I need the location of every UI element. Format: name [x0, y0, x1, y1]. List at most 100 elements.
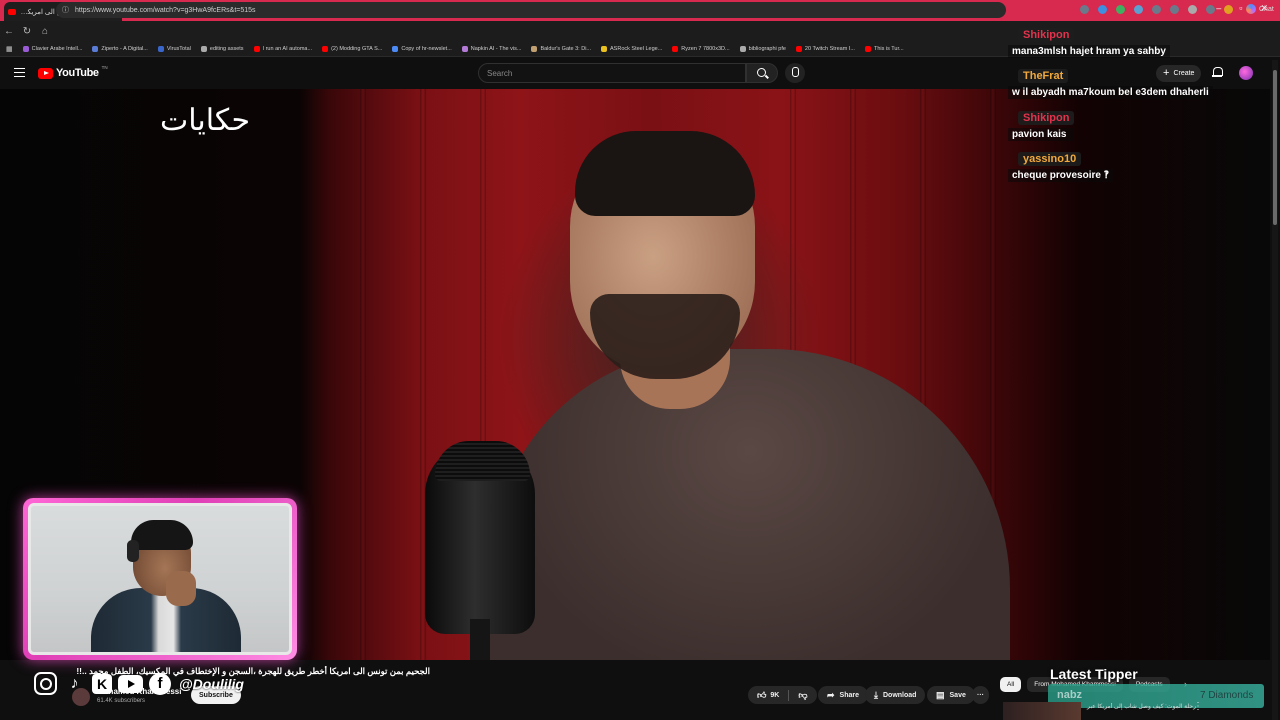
- more-icon: ···: [977, 691, 984, 699]
- subscriber-count: 61.4K subscribers: [97, 698, 146, 704]
- bookmark-item[interactable]: ASRock Steel Lege...: [601, 45, 663, 52]
- chat-username: Shikipon: [1018, 28, 1075, 42]
- bookmark-item[interactable]: Napkin AI - The vis...: [461, 45, 522, 52]
- bookmark-favicon-icon: [157, 45, 164, 52]
- bookmark-label: Napkin AI - The vis...: [470, 45, 522, 52]
- bookmark-label: (2) Modding GTA S...: [331, 45, 383, 52]
- bookmark-item[interactable]: Baldur's Gate 3: Di...: [531, 45, 592, 52]
- kick-icon: K: [92, 673, 112, 694]
- download-button[interactable]: ⤓ Download: [865, 686, 926, 704]
- search-placeholder: Search: [487, 68, 513, 78]
- instagram-icon: [34, 672, 57, 695]
- home-icon[interactable]: ⌂: [36, 26, 54, 37]
- download-icon: ⤓: [874, 689, 878, 700]
- maximize-button[interactable]: ▫: [1239, 3, 1242, 14]
- extension-icon[interactable]: [1206, 5, 1215, 14]
- more-actions-button[interactable]: ···: [972, 686, 989, 704]
- search-input[interactable]: Search: [478, 63, 746, 83]
- extension-icon[interactable]: [1098, 5, 1107, 14]
- bookmark-star-icon[interactable]: [1188, 5, 1197, 14]
- chat-username: Shikipon: [1018, 111, 1075, 125]
- youtube-wordmark: YouTube: [56, 67, 99, 79]
- curtain-fold: [360, 89, 366, 660]
- save-button[interactable]: ▤ Save: [927, 686, 975, 704]
- extension-icon[interactable]: [1134, 5, 1143, 14]
- page-scrollbar-thumb[interactable]: [1273, 70, 1277, 225]
- webcam-feed: [28, 503, 292, 655]
- bookmark-item[interactable]: Copy of hr-newslet...: [392, 45, 452, 52]
- bookmark-label: Copy of hr-newslet...: [401, 45, 452, 52]
- social-handle: @Doulilig: [179, 675, 244, 692]
- chip-all[interactable]: All: [1000, 677, 1022, 692]
- extension-icon[interactable]: [1116, 5, 1125, 14]
- like-button[interactable]: 👍︎ 9K: [748, 686, 788, 704]
- site-info-icon[interactable]: ⓘ: [62, 5, 69, 15]
- bookmark-item[interactable]: Clavier Arabe Intell...: [22, 45, 82, 52]
- kebab-menu-icon[interactable]: ⋮: [1193, 701, 1203, 712]
- youtube-favicon-icon: [864, 45, 871, 52]
- microphone-icon[interactable]: [785, 63, 805, 83]
- youtube-favicon-icon: [795, 45, 802, 52]
- bookmark-favicon-icon: [392, 45, 399, 52]
- extension-icon[interactable]: [1152, 5, 1161, 14]
- chat-username: yassino10: [1018, 152, 1082, 166]
- download-label: Download: [882, 691, 917, 699]
- facebook-icon: f: [149, 672, 171, 695]
- youtube-icon: [118, 674, 143, 693]
- bookmark-label: bibliographi pfe: [748, 45, 786, 52]
- profile-avatar-icon[interactable]: [1224, 5, 1233, 14]
- dislike-button[interactable]: 👎︎: [789, 686, 816, 704]
- chat-text: pavion kais: [1008, 128, 1075, 141]
- thumbs-up-icon: 👍︎: [757, 689, 767, 700]
- bookmark-label: Baldur's Gate 3: Di...: [540, 45, 592, 52]
- copilot-icon: [1246, 4, 1256, 14]
- share-button[interactable]: ➦ Share: [818, 686, 869, 704]
- microphone-grill: [435, 441, 530, 481]
- hamburger-menu-icon[interactable]: [14, 68, 25, 77]
- recommendation-thumbnail[interactable]: [1003, 702, 1081, 720]
- bookmark-item[interactable]: I run an AI automa...: [253, 45, 312, 52]
- bookmark-item[interactable]: This is Tur...: [864, 45, 904, 52]
- youtube-favicon-icon: [253, 45, 260, 52]
- reload-icon[interactable]: ↻: [18, 26, 36, 37]
- bookmark-label: Ziperto - A Digital...: [101, 45, 148, 52]
- save-label: Save: [949, 691, 966, 699]
- save-playlist-icon: ▤: [936, 689, 945, 700]
- tiktok-icon: ♪: [70, 674, 79, 692]
- back-icon[interactable]: ←: [0, 26, 18, 37]
- chat-text: w il abyadh ma7koum bel e3dem dhaherli: [1008, 86, 1213, 99]
- video-watermark-logo: حكايات: [160, 103, 251, 138]
- extension-icon[interactable]: [1080, 5, 1089, 14]
- address-bar[interactable]: ⓘ https://www.youtube.com/watch?v=g3HwA9…: [56, 2, 1006, 18]
- youtube-favicon-icon: [8, 8, 16, 15]
- account-avatar[interactable]: [1239, 66, 1253, 80]
- search-icon[interactable]: [746, 63, 778, 83]
- url-text: https://www.youtube.com/watch?v=g3HwA9fc…: [75, 6, 256, 14]
- tipper-name: nabz: [1057, 689, 1083, 701]
- folder-icon: [200, 45, 207, 52]
- bookmark-item[interactable]: bibliographi pfe: [739, 45, 786, 52]
- thumbs-down-icon: 👎︎: [798, 689, 808, 700]
- youtube-play-icon: [38, 67, 53, 79]
- bookmark-item[interactable]: (2) Modding GTA S...: [322, 45, 383, 52]
- bookmark-item[interactable]: Ryzen 7 7800x3D...: [672, 45, 730, 52]
- recommendation-title[interactable]: رحلة الموت: كيف وصل شاب إلى أمريكا عبر أ…: [1086, 703, 1196, 710]
- bookmark-item[interactable]: 20 Twitch Stream I...: [795, 45, 855, 52]
- chat-extension-button[interactable]: Chat: [1246, 4, 1274, 14]
- chat-extension-label: Chat: [1259, 5, 1274, 13]
- bookmark-label: This is Tur...: [873, 45, 904, 52]
- chat-message: Shikipon pavion kais: [1008, 108, 1075, 141]
- bookmark-label: ASRock Steel Lege...: [610, 45, 663, 52]
- social-links-overlay: ♪ K f @Doulilig: [34, 672, 244, 695]
- bookmark-item[interactable]: VirusTotal: [157, 45, 191, 52]
- extension-icon[interactable]: [1170, 5, 1179, 14]
- chat-message: yassino10 cheque provesoire ‽: [1008, 149, 1114, 182]
- bookmark-item[interactable]: editing assets: [200, 45, 244, 52]
- bookmark-label: Ryzen 7 7800x3D...: [681, 45, 730, 52]
- apps-icon[interactable]: ▦: [6, 45, 13, 53]
- bookmark-favicon-icon: [461, 45, 468, 52]
- bookmark-item[interactable]: Ziperto - A Digital...: [92, 45, 148, 52]
- youtube-logo[interactable]: YouTube TN: [38, 65, 108, 79]
- bookmark-favicon-icon: [22, 45, 29, 52]
- notifications-bell-icon[interactable]: [1212, 67, 1223, 78]
